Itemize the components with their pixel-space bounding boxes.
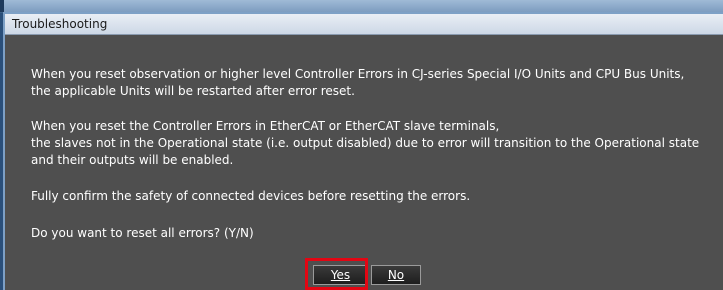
dialog-titlebar: Troubleshooting	[5, 14, 723, 35]
message-line-4: the slaves not in the Operational state …	[31, 136, 700, 150]
message-line-5: and their outputs will be enabled.	[31, 153, 234, 167]
message-line-3: When you reset the Controller Errors in …	[31, 119, 500, 133]
confirm-question: Do you want to reset all errors? (Y/N)	[31, 226, 254, 240]
message-line-2: the applicable Units will be restarted a…	[31, 84, 355, 98]
no-button[interactable]: No	[371, 265, 421, 285]
message-line-1: When you reset observation or higher lev…	[31, 67, 685, 81]
message-line-6: Fully confirm the safety of connected de…	[31, 189, 471, 203]
yes-button-highlight	[305, 258, 368, 290]
parent-window-edge	[0, 0, 4, 12]
dialog-title: Troubleshooting	[12, 17, 108, 31]
troubleshooting-dialog: Troubleshooting When you reset observati…	[3, 12, 723, 290]
